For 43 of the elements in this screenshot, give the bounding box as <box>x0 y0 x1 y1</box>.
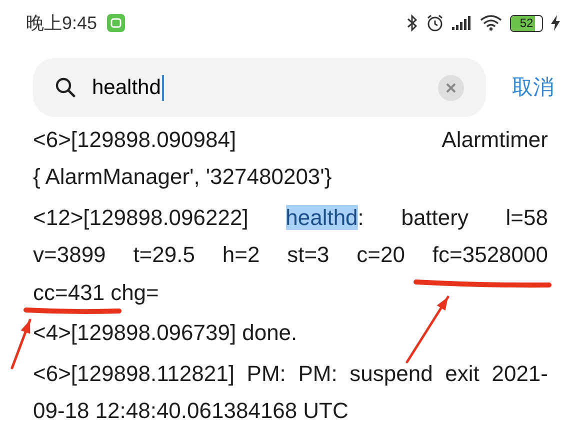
cancel-button[interactable]: 取消 <box>512 72 554 104</box>
arrow-drawing <box>406 296 450 364</box>
log-word: 2021- <box>492 360 548 387</box>
log-word: UTC <box>303 398 348 424</box>
log-word: st=3 <box>287 242 330 268</box>
log-word: <4>[129898.096739] <box>33 320 236 346</box>
log-word: PM: <box>246 360 286 387</box>
app-notification-icon <box>107 14 126 32</box>
log-word: v=3899 <box>33 242 106 268</box>
log-word: c=20 <box>356 242 405 268</box>
log-word: exit <box>445 360 480 387</box>
log-word: h=2 <box>222 242 260 268</box>
log-word: { AlarmManager', <box>33 164 200 190</box>
log-word: 12:48:40.061384168 <box>95 398 298 424</box>
log-word: battery <box>401 204 468 231</box>
log-word: l=58 <box>506 204 548 231</box>
charging-bolt-icon <box>551 15 560 31</box>
search-field[interactable]: healthd <box>33 58 486 117</box>
log-word: '327480203'} <box>206 164 332 190</box>
log-word: healthd: <box>286 204 364 231</box>
wifi-icon <box>480 15 502 31</box>
bluetooth-icon <box>406 14 418 32</box>
log-word: suspend <box>350 360 433 387</box>
log-word: <6>[129898.112821] <box>33 360 234 387</box>
status-time: 晚上9:45 <box>26 12 98 34</box>
search-icon <box>55 77 76 98</box>
battery-indicator: 52 <box>510 14 543 32</box>
log-word: <12>[129898.096222] <box>33 204 248 231</box>
log-word: t=29.5 <box>133 242 195 268</box>
signal-icon <box>452 15 472 31</box>
log-word: done. <box>242 320 298 346</box>
arrow-drawing <box>10 318 32 370</box>
log-word: <6>[129898.090984] <box>33 126 236 153</box>
log-word: Alarmtimer <box>442 126 548 153</box>
log-word: PM: <box>298 360 338 387</box>
alarm-clock-icon <box>426 14 444 32</box>
clear-button[interactable] <box>438 74 464 100</box>
log-word: 09-18 <box>33 398 90 424</box>
search-text: healthd <box>92 74 164 100</box>
log-word: fc=3528000 <box>432 242 548 268</box>
close-icon <box>446 82 456 92</box>
log-word: cc=431 <box>33 280 105 306</box>
log-word: chg= <box>110 280 159 306</box>
